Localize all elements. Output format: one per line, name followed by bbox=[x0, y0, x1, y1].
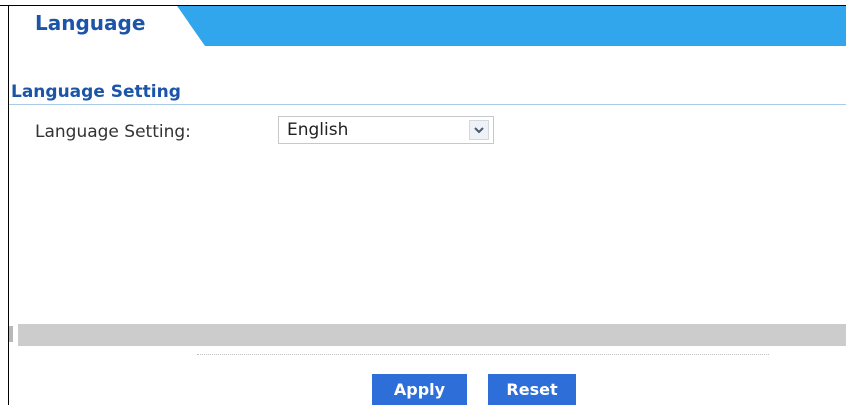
tab-language-label[interactable]: Language bbox=[35, 11, 145, 35]
content-frame: Language Language Setting Language Setti… bbox=[8, 6, 846, 405]
reset-button[interactable]: Reset bbox=[488, 374, 576, 405]
page: Language Language Setting Language Setti… bbox=[0, 0, 846, 405]
language-setting-label: Language Setting: bbox=[35, 122, 191, 142]
tab-bar-band bbox=[177, 6, 846, 46]
chevron-down-glyph bbox=[474, 127, 484, 134]
action-divider bbox=[197, 354, 769, 355]
section-title: Language Setting bbox=[11, 82, 181, 102]
tab-language[interactable]: Language bbox=[9, 6, 189, 46]
horizontal-scrollbar[interactable] bbox=[18, 324, 846, 346]
section-divider bbox=[9, 104, 846, 105]
scrollbar-left-arrow[interactable] bbox=[9, 326, 13, 342]
chevron-down-icon[interactable] bbox=[469, 120, 489, 140]
language-select-value: English bbox=[287, 120, 349, 140]
apply-button[interactable]: Apply bbox=[372, 374, 467, 405]
tab-bar: Language bbox=[9, 6, 846, 46]
language-select[interactable]: English bbox=[278, 116, 494, 144]
